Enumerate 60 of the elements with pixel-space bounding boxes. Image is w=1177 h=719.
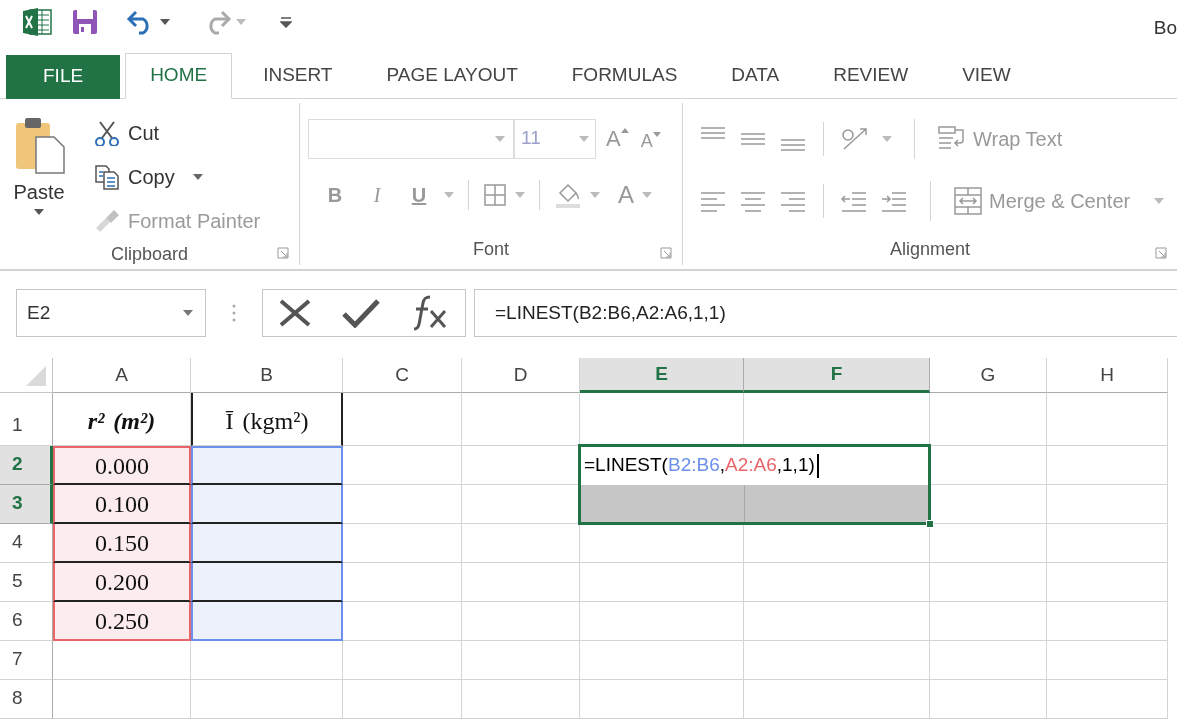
caret-icon[interactable] xyxy=(192,173,203,180)
ribbon-tab[interactable]: PAGE LAYOUT xyxy=(362,53,542,98)
cancel-icon[interactable] xyxy=(277,297,312,328)
cut-button[interactable]: Cut xyxy=(94,112,261,153)
group-label: Clipboard xyxy=(110,242,188,266)
row-header[interactable]: 3 xyxy=(0,485,53,524)
table-cell: 0.000 xyxy=(53,446,191,485)
column-header[interactable]: H xyxy=(1047,358,1168,393)
row-header[interactable]: 4 xyxy=(0,524,53,563)
spreadsheet-app-icon xyxy=(22,7,52,38)
ribbon-tab[interactable]: HOME xyxy=(125,52,233,99)
cell-editor[interactable]: =LINEST(B2:B6,A2:A6,1,1) xyxy=(580,446,930,485)
ribbon-tab[interactable]: DATA xyxy=(707,53,804,98)
scissors-icon xyxy=(94,119,120,146)
column-header[interactable]: F xyxy=(744,358,930,393)
ribbon-tab[interactable]: INSERT xyxy=(239,53,357,98)
grip-dots-icon xyxy=(231,302,237,323)
group-label: Alignment xyxy=(889,238,970,262)
caret-icon[interactable] xyxy=(160,19,170,26)
row-header[interactable]: 6 xyxy=(0,602,53,641)
table-cell: Ī (kgm²) xyxy=(191,393,343,446)
column-header[interactable]: B xyxy=(191,358,343,393)
table-cell: r² (m²) xyxy=(53,393,191,446)
merge-cells-icon xyxy=(953,185,983,216)
paintbrush-icon xyxy=(94,207,120,234)
name-box[interactable]: E2 xyxy=(16,288,206,337)
down-triangle-icon xyxy=(652,131,661,137)
row-header[interactable]: 2 xyxy=(0,446,53,485)
dialog-launcher-icon[interactable] xyxy=(660,246,672,259)
up-triangle-icon xyxy=(620,127,629,133)
column-header[interactable]: E xyxy=(580,358,744,393)
file-tab[interactable]: FILE xyxy=(6,54,121,99)
ribbon-tab[interactable]: VIEW xyxy=(938,53,1035,98)
select-all-icon[interactable] xyxy=(26,366,46,386)
caret-icon[interactable] xyxy=(34,208,44,215)
table-cell: 0.200 xyxy=(53,563,191,602)
paste-button[interactable]: Paste xyxy=(0,102,78,241)
column-header[interactable]: C xyxy=(343,358,462,393)
table-cell: 0.100 xyxy=(53,485,191,524)
group-label: Font xyxy=(473,238,509,262)
caret-icon[interactable] xyxy=(183,309,193,316)
column-header[interactable]: A xyxy=(53,358,191,393)
row-header[interactable]: 5 xyxy=(0,563,53,602)
dialog-launcher-icon[interactable] xyxy=(277,246,289,259)
font-name-field[interactable] xyxy=(308,118,514,159)
ribbon-tab[interactable]: REVIEW xyxy=(809,53,933,98)
column-header[interactable]: G xyxy=(930,358,1047,393)
table-cell: 0.250 xyxy=(53,602,191,641)
formula-field[interactable]: =LINEST(B2:B6,A2:A6,1,1) xyxy=(474,288,1177,337)
row-header[interactable]: 7 xyxy=(0,641,53,680)
customize-toolbar-icon[interactable] xyxy=(280,16,292,29)
row-header[interactable]: 8 xyxy=(0,680,53,719)
borders-icon[interactable] xyxy=(483,182,507,207)
copy-icon xyxy=(94,163,120,190)
table-cell: 0.150 xyxy=(53,524,191,563)
check-icon[interactable] xyxy=(341,297,381,328)
window-title: Bo xyxy=(1153,16,1177,40)
dialog-launcher-icon[interactable] xyxy=(1155,246,1167,259)
copy-button[interactable]: Copy xyxy=(94,156,261,197)
ribbon-tab[interactable]: FORMULAS xyxy=(547,53,702,98)
